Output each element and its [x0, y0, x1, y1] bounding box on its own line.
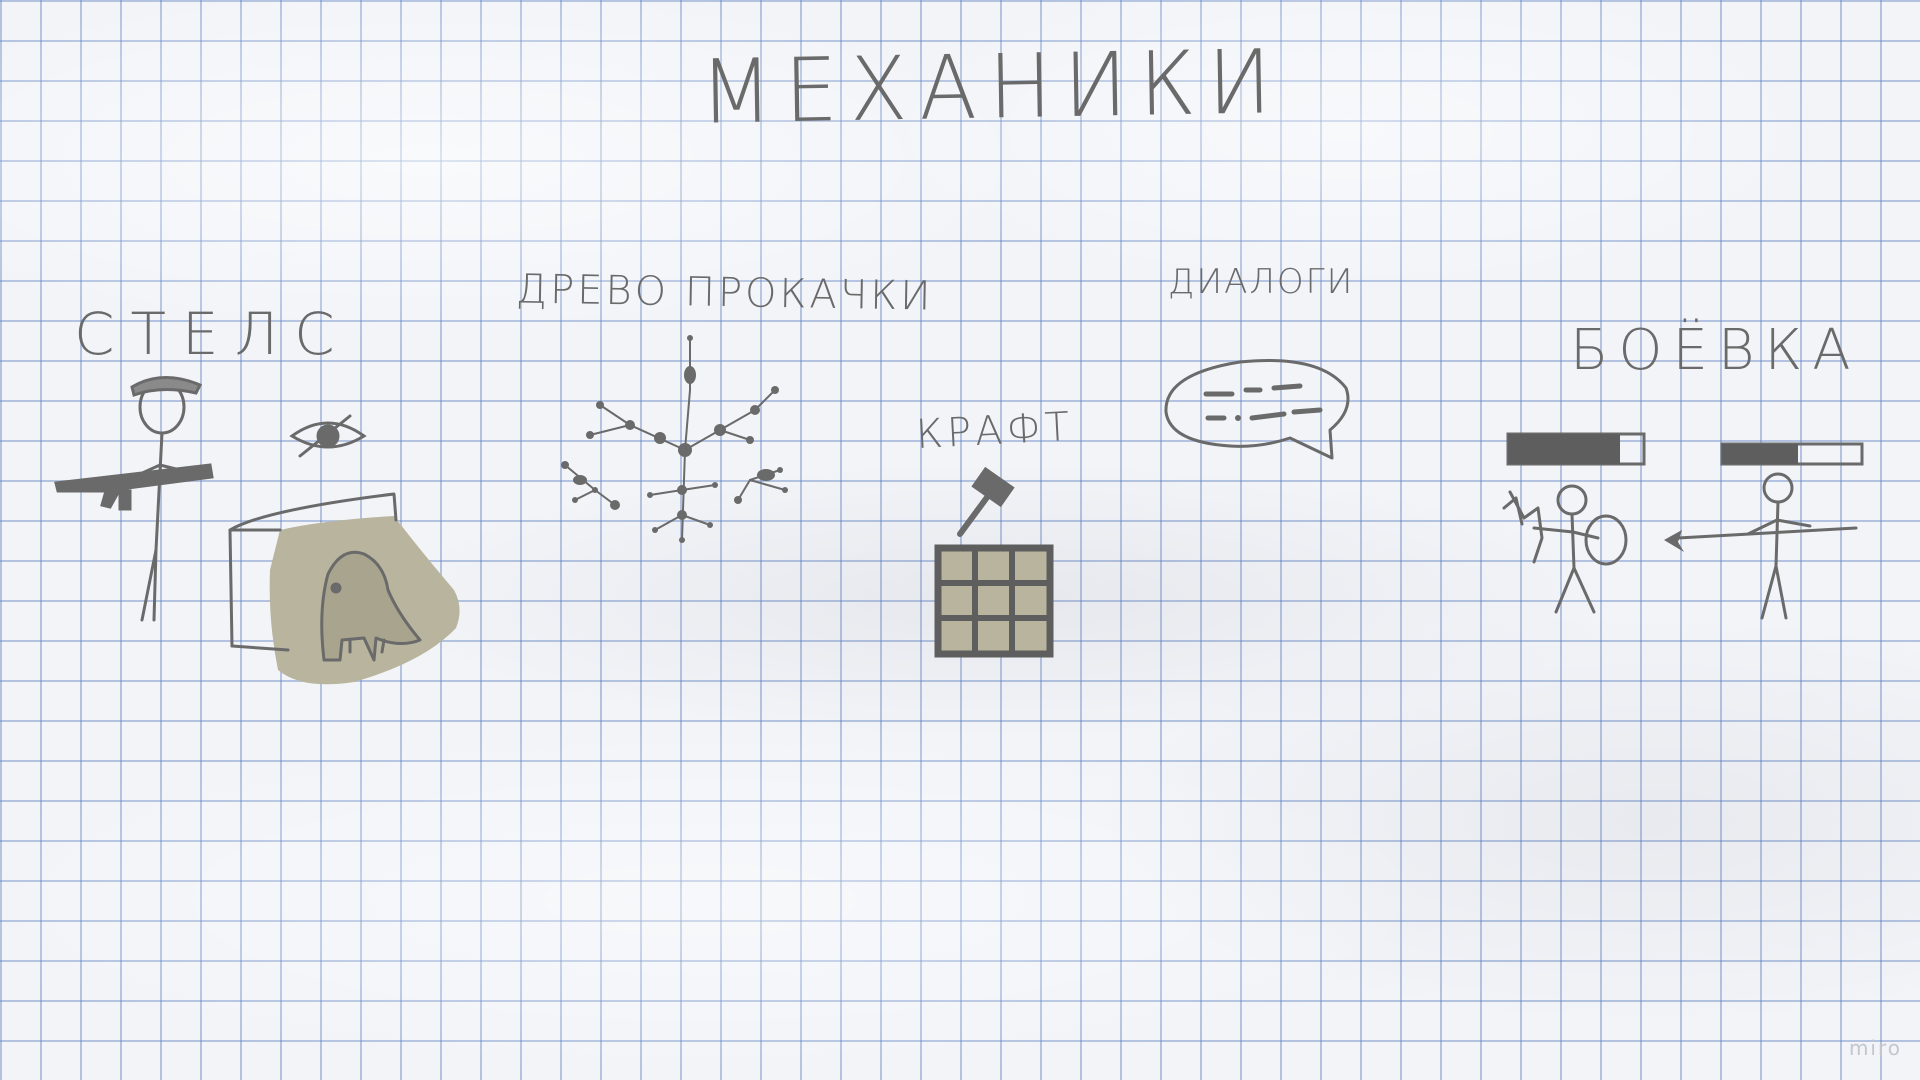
speech-bubble-icon [1164, 358, 1350, 460]
combat-label: БОЁВКА [1570, 318, 1861, 383]
spear-fighter-icon [1664, 472, 1858, 620]
miro-watermark: miro [1848, 1036, 1902, 1060]
skill-tree-label: ДРЕВО ПРОКАЧКИ [515, 266, 934, 320]
sword-shield-fighter-icon [1502, 484, 1628, 614]
stealth-label: СТЕЛС [74, 300, 351, 368]
whiteboard-canvas[interactable]: МЕХАНИКИ СТЕЛС ДРЕВО ПРОКАЧКИ КРАФТ ДИАЛ… [0, 0, 1920, 1080]
hammer-icon [957, 466, 1015, 537]
crafting-grid-icon [934, 544, 1054, 658]
soldier-icon [54, 375, 214, 622]
health-bar-icon [1506, 432, 1646, 466]
health-bar-icon [1720, 442, 1864, 466]
dialogues-label: ДИАЛОГИ [1168, 262, 1355, 302]
hiding-figure-icon [228, 492, 460, 685]
craft-label: КРАФТ [914, 403, 1075, 459]
board-title: МЕХАНИКИ [699, 30, 1284, 144]
skill-tree-icon [561, 335, 788, 543]
crossed-eye-icon [289, 414, 367, 458]
